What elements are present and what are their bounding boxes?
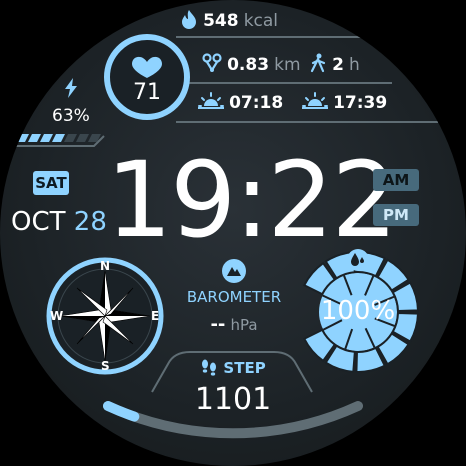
sunrise-complication[interactable]: 07:18 (198, 92, 283, 113)
battery-segment (76, 134, 89, 142)
calories-complication[interactable]: 548 kcal (180, 9, 278, 31)
steps-complication[interactable]: STEP 1101 (170, 358, 296, 418)
battery-segment (40, 134, 53, 142)
compass-north: N (100, 259, 111, 273)
battery-segment (64, 134, 77, 142)
date-day: 28 (73, 207, 107, 237)
footprints-icon (202, 359, 217, 376)
sunrise-icon (198, 92, 224, 109)
calories-unit: kcal (243, 11, 279, 31)
battery-percent: 63% (52, 106, 90, 126)
walking-icon (310, 53, 326, 73)
barometer-unit: hPa (230, 316, 258, 334)
pm-indicator: PM (373, 204, 419, 226)
sunset-complication[interactable]: 17:39 (302, 92, 387, 113)
active-time-complication[interactable]: 2 h (309, 53, 360, 75)
steps-label: STEP (223, 359, 266, 377)
battery-bar (14, 134, 105, 147)
battery-segment (52, 134, 65, 142)
heart-rate-value: 71 (133, 80, 161, 105)
flame-icon (182, 10, 196, 29)
sunrise-value: 07:18 (229, 93, 284, 113)
date: OCT 28 (11, 207, 107, 237)
barometer-label: BAROMETER (186, 288, 282, 306)
humidity-percent: 100% (320, 296, 396, 326)
route-icon (202, 53, 222, 73)
am-indicator: AM (373, 169, 419, 191)
compass-east: E (151, 309, 160, 323)
battery-segment (16, 134, 29, 142)
calories-value: 548 (203, 11, 239, 31)
barometer-icon (222, 259, 246, 283)
heart-rate-complication[interactable]: 71 (102, 32, 192, 122)
heart-rate-ring (104, 34, 190, 120)
humidity-complication[interactable]: 100% (294, 248, 422, 376)
barometer-reading: -- hPa (178, 314, 290, 335)
divider (176, 121, 438, 123)
active-time-unit: h (349, 55, 360, 75)
sunset-icon (302, 92, 328, 109)
compass-west: W (50, 309, 64, 323)
compass-south: S (101, 359, 110, 373)
divider (176, 82, 392, 84)
lightning-icon (65, 78, 77, 98)
distance-complication[interactable]: 0.83 km (202, 53, 301, 75)
weekday-badge: SAT (33, 171, 69, 195)
date-month: OCT (11, 207, 66, 237)
steps-value: 1101 (194, 382, 272, 417)
compass-complication[interactable]: N E S W (44, 255, 166, 377)
active-time-value: 2 (332, 55, 344, 75)
steps-header: STEP (170, 358, 296, 377)
sunset-value: 17:39 (333, 93, 388, 113)
watch-face: 548 kcal 71 0.83 km 2 h 07:18 17:39 63% … (0, 0, 466, 466)
barometer-complication[interactable]: BAROMETER -- hPa (178, 258, 290, 338)
battery-complication[interactable]: 63% (14, 78, 106, 154)
battery-segment (28, 134, 41, 142)
divider (176, 36, 388, 38)
distance-value: 0.83 (227, 55, 270, 75)
barometer-value: -- (210, 314, 226, 335)
digital-time: 19:22 (106, 139, 398, 261)
distance-unit: km (274, 55, 301, 75)
